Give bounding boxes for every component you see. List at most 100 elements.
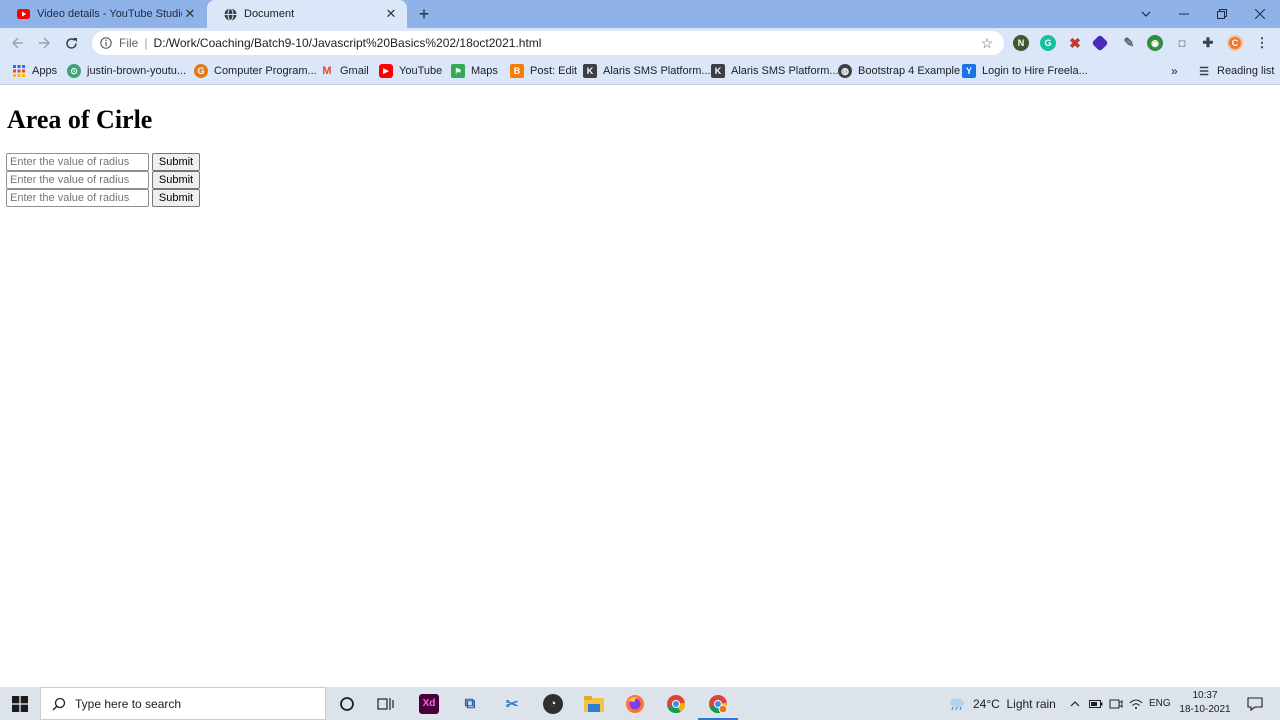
bookmark-computer-program[interactable]: G Computer Program... bbox=[194, 63, 317, 79]
extension-tools-icon[interactable]: ✖ bbox=[1067, 35, 1083, 51]
weather-widget[interactable]: 24°C Light rain bbox=[947, 687, 1056, 720]
radius-input[interactable] bbox=[6, 153, 149, 171]
windows-start-icon[interactable] bbox=[0, 687, 40, 720]
clock-date: 18-10-2021 bbox=[1179, 704, 1231, 715]
submit-button[interactable]: Submit bbox=[152, 153, 200, 171]
adobe-xd-glyph: Xd bbox=[419, 693, 439, 714]
bookmark-label: Login to Hire Freela... bbox=[982, 65, 1088, 77]
new-tab-button[interactable]: + bbox=[414, 4, 434, 24]
bookmark-label: justin-brown-youtu... bbox=[87, 65, 187, 77]
blogger-icon: B bbox=[510, 64, 524, 78]
snipping-tool-icon[interactable]: ✂ bbox=[492, 687, 532, 720]
back-arrow-icon[interactable] bbox=[8, 33, 28, 53]
scissors-glyph: ✂ bbox=[505, 695, 519, 713]
bookmark-bootstrap[interactable]: ◍ Bootstrap 4 Example bbox=[838, 63, 960, 79]
taskbar-search-box[interactable]: Type here to search bbox=[40, 687, 326, 720]
taskbar: Type here to search Xd ⧉ ✂ ◔ 24°C Light … bbox=[0, 687, 1280, 720]
bookmark-label: Apps bbox=[32, 65, 58, 77]
reading-list-icon: ☰ bbox=[1199, 65, 1209, 78]
submit-button[interactable]: Submit bbox=[152, 189, 200, 207]
bookmarks-overflow-button[interactable]: » bbox=[1171, 63, 1178, 79]
window-close-icon[interactable] bbox=[1241, 0, 1279, 28]
tab-title: Video details - YouTube Studio bbox=[37, 8, 182, 20]
show-hidden-icons-chevron-icon[interactable] bbox=[1067, 687, 1083, 720]
page-viewport: Area of Cirle Submit Submit Submit bbox=[0, 86, 1280, 687]
scheme-label: File bbox=[119, 36, 139, 50]
tab-document[interactable]: Document ✕ bbox=[207, 0, 407, 28]
url-text[interactable]: D:/Work/Coaching/Batch9-10/Javascript%20… bbox=[153, 36, 541, 50]
radius-form-row: Submit bbox=[6, 153, 200, 171]
bookmark-justin-brown[interactable]: ⊙ justin-brown-youtu... bbox=[67, 63, 186, 79]
firefox-icon[interactable] bbox=[615, 687, 655, 720]
bookmark-star-icon[interactable]: ☆ bbox=[979, 35, 995, 51]
browser-toolbar: File | D:/Work/Coaching/Batch9-10/Javasc… bbox=[0, 28, 1280, 58]
globe-icon: ◍ bbox=[838, 64, 852, 78]
bookmark-label: YouTube bbox=[399, 65, 443, 77]
forward-arrow-icon[interactable] bbox=[34, 33, 54, 53]
obs-studio-icon[interactable]: ◔ bbox=[533, 687, 573, 720]
eyedropper-icon[interactable]: ✎ bbox=[1121, 35, 1137, 51]
bookmark-apps[interactable]: Apps bbox=[12, 63, 57, 79]
bookmark-maps[interactable]: ⚑ Maps bbox=[451, 63, 498, 79]
rain-cloud-icon bbox=[947, 694, 967, 714]
restore-icon[interactable] bbox=[1203, 0, 1241, 28]
submit-button[interactable]: Submit bbox=[152, 171, 200, 189]
minimize-icon[interactable] bbox=[1165, 0, 1203, 28]
bookmark-label: Maps bbox=[471, 65, 498, 77]
bookmark-alaris-1[interactable]: K Alaris SMS Platform... bbox=[583, 63, 711, 79]
extension-globe-icon[interactable]: ◉ bbox=[1147, 35, 1163, 51]
bookmark-post-edit[interactable]: B Post: Edit bbox=[510, 63, 577, 79]
more-menu-icon[interactable]: ⋮ bbox=[1254, 35, 1270, 51]
obs-glyph: ◔ bbox=[543, 693, 563, 714]
cortana-icon[interactable] bbox=[327, 687, 367, 720]
tab-youtube-studio[interactable]: Video details - YouTube Studio ✕ bbox=[0, 0, 206, 28]
alaris-icon: K bbox=[711, 64, 725, 78]
bookmark-circle-icon: ⊙ bbox=[67, 64, 81, 78]
bookmark-freelancer[interactable]: Y Login to Hire Freela... bbox=[962, 63, 1088, 79]
tab-search-chevron-icon[interactable] bbox=[1127, 0, 1165, 28]
weather-text: 24°C Light rain bbox=[973, 696, 1056, 711]
reload-icon[interactable] bbox=[61, 33, 81, 53]
close-icon[interactable]: ✕ bbox=[182, 6, 198, 22]
bookmark-youtube[interactable]: ▶ YouTube bbox=[379, 63, 442, 79]
close-icon[interactable]: ✕ bbox=[383, 6, 399, 22]
grammarly-icon[interactable]: G bbox=[1040, 35, 1056, 51]
site-info-icon[interactable] bbox=[99, 36, 113, 50]
bookmark-label: Post: Edit bbox=[530, 65, 578, 77]
search-placeholder: Type here to search bbox=[75, 696, 182, 711]
extension-n-icon[interactable]: N bbox=[1013, 35, 1029, 51]
taskbar-clock[interactable]: 10:37 18-10-2021 bbox=[1172, 689, 1238, 719]
bookmark-alaris-2[interactable]: K Alaris SMS Platform... bbox=[711, 63, 839, 79]
maps-icon: ⚑ bbox=[451, 64, 465, 78]
radius-input[interactable] bbox=[6, 171, 149, 189]
language-indicator[interactable]: ENG bbox=[1149, 687, 1171, 720]
chrome-profile-icon[interactable] bbox=[698, 687, 738, 720]
bookmark-geek-icon: G bbox=[194, 64, 208, 78]
task-view-icon[interactable] bbox=[366, 687, 406, 720]
bookmark-label: Bootstrap 4 Example bbox=[858, 65, 961, 77]
file-explorer-icon[interactable] bbox=[574, 687, 614, 720]
adobe-xd-icon[interactable]: Xd bbox=[409, 687, 449, 720]
profile-avatar-icon[interactable]: C bbox=[1227, 35, 1243, 51]
scheme-separator: | bbox=[144, 36, 148, 50]
battery-icon[interactable] bbox=[1088, 687, 1104, 720]
bookmarks-bar: Apps ⊙ justin-brown-youtu... G Computer … bbox=[0, 58, 1280, 85]
reading-list-button[interactable]: ☰ Reading list bbox=[1197, 63, 1274, 79]
address-bar[interactable]: File | D:/Work/Coaching/Batch9-10/Javasc… bbox=[92, 31, 1004, 55]
meet-now-icon[interactable] bbox=[1108, 687, 1124, 720]
youtube-icon: ▶ bbox=[379, 64, 393, 78]
chrome-icon[interactable] bbox=[656, 687, 696, 720]
reading-list-label: Reading list bbox=[1217, 65, 1275, 77]
search-icon bbox=[52, 697, 66, 711]
screenshot-icon[interactable]: ◘ bbox=[1174, 35, 1190, 51]
bookmark-gmail[interactable]: M Gmail bbox=[320, 63, 368, 79]
notification-center-icon[interactable] bbox=[1240, 687, 1270, 720]
gmail-icon: M bbox=[322, 65, 332, 77]
extension-diamond-icon[interactable] bbox=[1091, 34, 1109, 52]
globe-icon bbox=[224, 7, 237, 21]
tab-title: Document bbox=[244, 8, 295, 20]
radius-input[interactable] bbox=[6, 189, 149, 207]
wifi-icon[interactable] bbox=[1128, 687, 1144, 720]
network-app-icon[interactable]: ⧉ bbox=[450, 687, 490, 720]
extensions-puzzle-icon[interactable]: ✚ bbox=[1200, 35, 1216, 51]
